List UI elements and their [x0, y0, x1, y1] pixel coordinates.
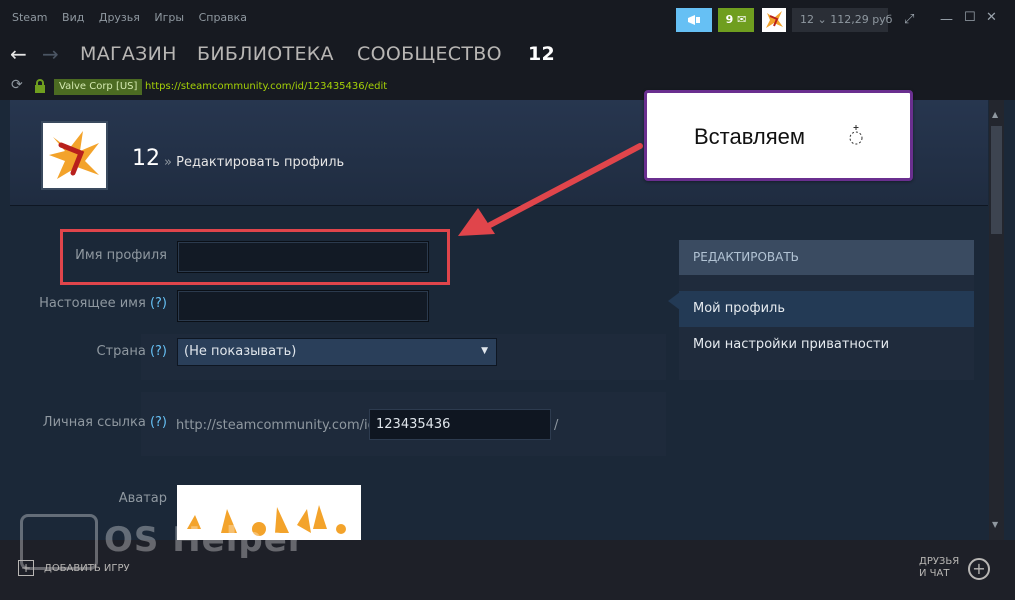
minimize-icon[interactable]: — [940, 12, 953, 27]
country-label-text: Страна [96, 344, 146, 359]
big-picture-icon[interactable]: ⤢ [904, 12, 914, 27]
megaphone-icon [688, 15, 700, 25]
avatar-image [49, 131, 99, 179]
loading-cursor-icon [849, 125, 863, 145]
country-select[interactable]: (Не показывать) ▼ [177, 338, 497, 366]
main-navigation: ← → МАГАЗИН БИБЛИОТЕКА СООБЩЕСТВО 12 [0, 38, 1015, 74]
back-arrow-icon[interactable]: ← [10, 42, 27, 66]
custom-url-input[interactable]: 123435436 [369, 409, 551, 440]
real-name-label-text: Настоящее имя [39, 296, 146, 311]
custom-url-prefix: http://steamcommunity.com/id/ [176, 418, 381, 433]
maximize-icon[interactable]: ☐ [964, 10, 976, 25]
lock-icon [35, 79, 45, 93]
scrollbar-thumb[interactable] [991, 126, 1002, 234]
add-game-button[interactable]: ДОБАВИТЬ ИГРУ [44, 563, 130, 574]
highlight-box [60, 229, 450, 285]
real-name-label: Настоящее имя (?) [10, 296, 167, 311]
menu-friends[interactable]: Друзья [99, 11, 140, 24]
annotation-callout: Вставляем [644, 90, 913, 181]
panel-item-privacy-label: Мои настройки приватности [693, 337, 890, 352]
menu-view[interactable]: Вид [62, 11, 84, 24]
active-item-pointer-icon [668, 292, 680, 310]
country-label: Страна (?) [10, 344, 167, 359]
avatar-label: Аватар [10, 491, 167, 506]
breadcrumb: » Редактировать профиль [164, 155, 344, 170]
country-select-value: (Не показывать) [184, 344, 297, 359]
watermark-text: OS Helper [104, 520, 306, 560]
nav-username[interactable]: 12 [528, 43, 555, 65]
url-text[interactable]: https://steamcommunity.com/id/123435436/… [145, 81, 387, 92]
edit-panel-header: РЕДАКТИРОВАТЬ [679, 240, 974, 275]
dropdown-caret-icon: ▼ [481, 346, 488, 356]
nav-community[interactable]: СООБЩЕСТВО [357, 43, 502, 65]
friends-label-line1: ДРУЗЬЯ [919, 556, 960, 567]
custom-url-label: Личная ссылка (?) [10, 415, 167, 430]
menu-steam[interactable]: Steam [12, 11, 48, 24]
forward-arrow-icon[interactable]: → [42, 42, 59, 66]
edit-panel: Мой профиль Мои настройки приватности [679, 275, 974, 380]
nav-library[interactable]: БИБЛИОТЕКА [197, 43, 334, 65]
menu-games[interactable]: Игры [154, 11, 184, 24]
nav-store[interactable]: МАГАЗИН [80, 43, 177, 65]
friends-label-line2: И ЧАТ [919, 568, 950, 579]
close-icon[interactable]: ✕ [986, 10, 997, 25]
friends-chat-button[interactable]: ДРУЗЬЯ И ЧАТ [919, 556, 967, 580]
announcements-button[interactable] [676, 8, 712, 32]
add-game-icon[interactable]: + [18, 560, 34, 576]
avatar-image [766, 11, 783, 28]
avatar-label-text: Аватар [118, 491, 167, 506]
custom-url-suffix: / [554, 418, 559, 433]
ev-certificate-badge: Valve Corp [US] [54, 79, 143, 95]
envelope-icon: ✉ [737, 13, 747, 26]
panel-item-privacy-settings[interactable]: Мои настройки приватности [679, 327, 974, 363]
window-title-bar: Steam Вид Друзья Игры Справка 9 ✉ 12 ⌄ 1… [0, 0, 1015, 38]
callout-text: Вставляем [694, 124, 806, 149]
notifications-button[interactable]: 9 ✉ [718, 8, 754, 32]
panel-item-my-profile[interactable]: Мой профиль [679, 291, 974, 327]
friends-add-icon[interactable]: + [968, 558, 990, 580]
reload-icon[interactable]: ⟳ [11, 77, 23, 93]
real-name-help-icon[interactable]: (?) [150, 296, 167, 311]
profile-avatar [41, 121, 108, 190]
account-menu[interactable]: 12 ⌄ 112,29 руб [792, 8, 892, 32]
real-name-input[interactable] [177, 290, 429, 322]
scroll-down-arrow-icon[interactable]: ▼ [992, 520, 998, 529]
scroll-up-arrow-icon[interactable]: ▲ [992, 110, 998, 119]
breadcrumb-page: Редактировать профиль [176, 155, 345, 170]
user-avatar-small[interactable] [762, 8, 786, 32]
breadcrumb-separator: » [164, 155, 172, 170]
custom-url-help-icon[interactable]: (?) [150, 415, 167, 430]
notifications-count: 9 [725, 13, 734, 26]
custom-url-label-text: Личная ссылка [42, 415, 146, 430]
menu-help[interactable]: Справка [199, 11, 247, 24]
profile-name: 12 [132, 146, 160, 171]
menu-bar: Steam Вид Друзья Игры Справка [12, 11, 258, 24]
panel-item-my-profile-label: Мой профиль [693, 301, 785, 316]
country-help-icon[interactable]: (?) [150, 344, 167, 359]
